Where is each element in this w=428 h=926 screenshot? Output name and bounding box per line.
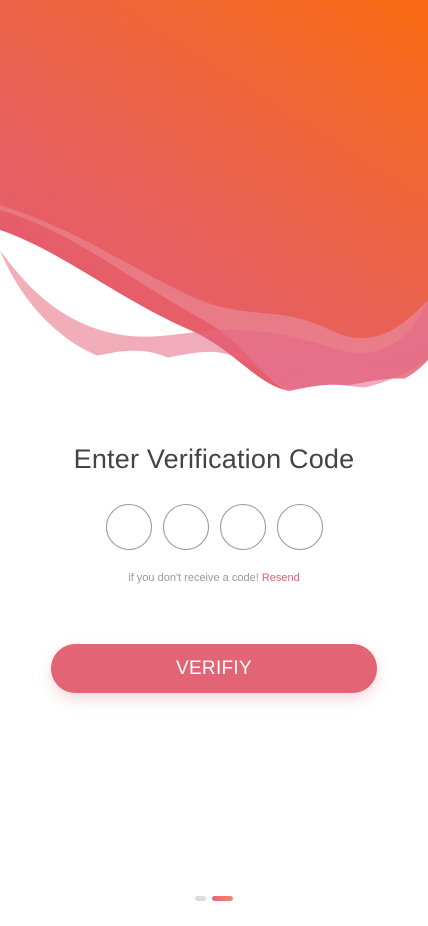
resend-link[interactable]: Resend bbox=[262, 572, 300, 584]
page-title: Enter Verification Code bbox=[73, 444, 355, 474]
resend-prompt: if you don't receive a code! bbox=[128, 572, 259, 584]
otp-input-group bbox=[0, 504, 428, 550]
page-dot-1[interactable] bbox=[195, 896, 206, 901]
verify-button[interactable]: VERIFIY bbox=[51, 644, 377, 693]
page-dot-2-active[interactable] bbox=[212, 896, 233, 901]
resend-hint: if you don't receive a code! Resend bbox=[0, 572, 428, 584]
otp-digit-4[interactable] bbox=[276, 504, 323, 550]
hero-gradient-shape bbox=[0, 0, 428, 420]
otp-digit-2[interactable] bbox=[162, 504, 209, 550]
page-indicator bbox=[0, 896, 428, 901]
verification-screen: Enter Verification Code if you don't rec… bbox=[0, 0, 428, 926]
otp-digit-1[interactable] bbox=[105, 504, 152, 550]
otp-digit-3[interactable] bbox=[219, 504, 266, 550]
